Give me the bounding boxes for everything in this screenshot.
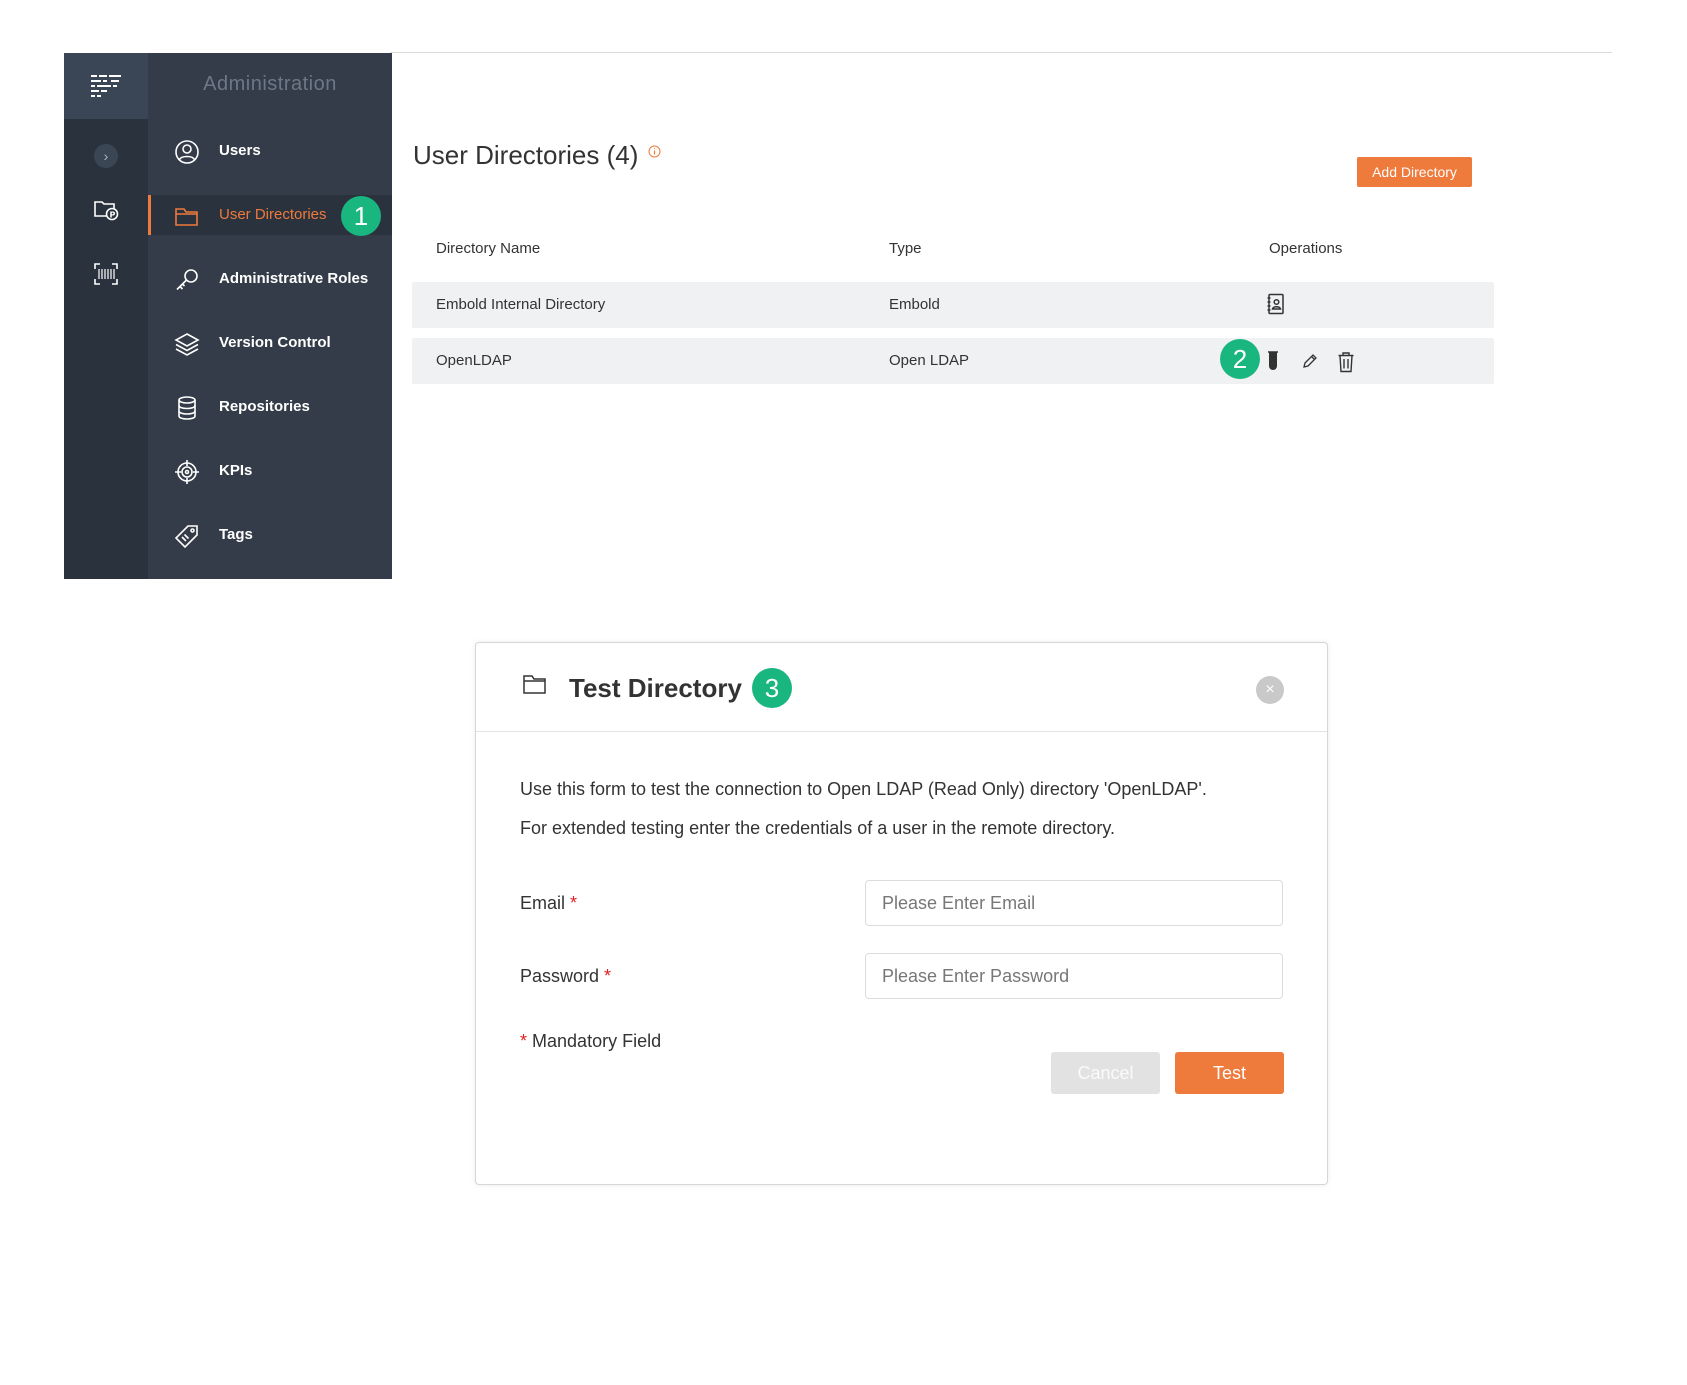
info-icon[interactable] [648,145,661,158]
trash-icon[interactable] [1335,350,1357,374]
directory-name-cell: OpenLDAP [436,352,512,369]
dialog-description: Use this form to test the connection to … [520,779,1207,799]
layers-icon [174,333,200,356]
dialog-header: Test Directory 3 × [476,643,1327,732]
sidebar-item-label: KPIs [219,462,253,479]
password-label-text: Password [520,966,600,986]
top-divider [390,52,1612,53]
sidebar-title: Administration [203,73,337,95]
sidebar-item-repositories[interactable]: Repositories [148,387,392,427]
password-field[interactable] [865,953,1283,999]
required-asterisk: * [604,966,612,986]
logo-icon[interactable] [64,53,148,119]
svg-text:P: P [110,211,116,220]
sidebar-item-label: Administrative Roles [219,270,369,287]
email-label-text: Email [520,893,566,913]
scan-icon[interactable] [90,258,122,290]
sidebar-item-label: Version Control [219,334,331,351]
sidebar-item-label: Users [219,142,261,159]
step-badge-1: 1 [341,196,381,236]
dialog-title: Test Directory [569,673,742,703]
directory-type-cell: Open LDAP [889,352,970,369]
mandatory-note-text: Mandatory Field [532,1031,662,1051]
email-field[interactable] [865,880,1283,926]
sidebar-item-kpis[interactable]: KPIs [148,451,392,491]
target-icon [175,460,199,484]
email-label: Email * [520,893,577,914]
user-circle-icon [175,140,199,164]
sidebar-item-label: User Directories [219,206,327,223]
column-header-type: Type [889,240,922,257]
step-badge-2: 2 [1220,339,1260,379]
folder-icon [523,675,546,694]
sidebar-item-users[interactable]: Users [148,131,392,171]
dialog-hint: For extended testing enter the credentia… [520,818,1115,838]
sidebar-item-version-control[interactable]: Version Control [148,323,392,363]
page-title: User Directories (4) [413,140,639,170]
test-directory-dialog: Test Directory 3 × Use this form to test… [475,642,1328,1185]
step-badge-3: 3 [752,668,792,708]
tags-icon [174,525,198,549]
test-button[interactable]: Test [1175,1052,1284,1094]
directory-name-cell: Embold Internal Directory [436,296,606,313]
required-asterisk: * [520,1031,528,1051]
sidebar-item-label: Tags [219,526,253,543]
sidebar-item-tags[interactable]: Tags [148,515,392,555]
test-tube-icon[interactable] [1262,349,1284,373]
database-icon [178,396,196,420]
projects-icon[interactable]: P [90,193,122,225]
column-header-directory-name: Directory Name [436,240,541,257]
directory-type-cell: Embold [889,296,940,313]
admin-sidebar: Administration Users User Directories Ad… [148,53,392,579]
password-label: Password * [520,966,611,987]
mandatory-note: * Mandatory Field [520,1031,661,1052]
edit-pencil-icon[interactable] [1299,349,1321,373]
cancel-button[interactable]: Cancel [1051,1052,1160,1094]
close-icon[interactable]: × [1256,676,1284,704]
sidebar-item-administrative-roles[interactable]: Administrative Roles [148,259,392,299]
table-row[interactable]: Embold Internal Directory Embold [412,282,1494,328]
sidebar-item-label: Repositories [219,398,310,415]
table-row[interactable]: OpenLDAP Open LDAP [412,338,1494,384]
add-directory-button[interactable]: Add Directory [1357,157,1472,187]
expand-chevron-icon[interactable]: › [94,144,118,168]
address-book-icon[interactable] [1265,292,1287,316]
icon-rail: › P [64,53,148,579]
column-header-operations: Operations [1269,240,1343,257]
key-icon [176,269,198,291]
folder-icon [175,208,198,226]
required-asterisk: * [570,893,578,913]
